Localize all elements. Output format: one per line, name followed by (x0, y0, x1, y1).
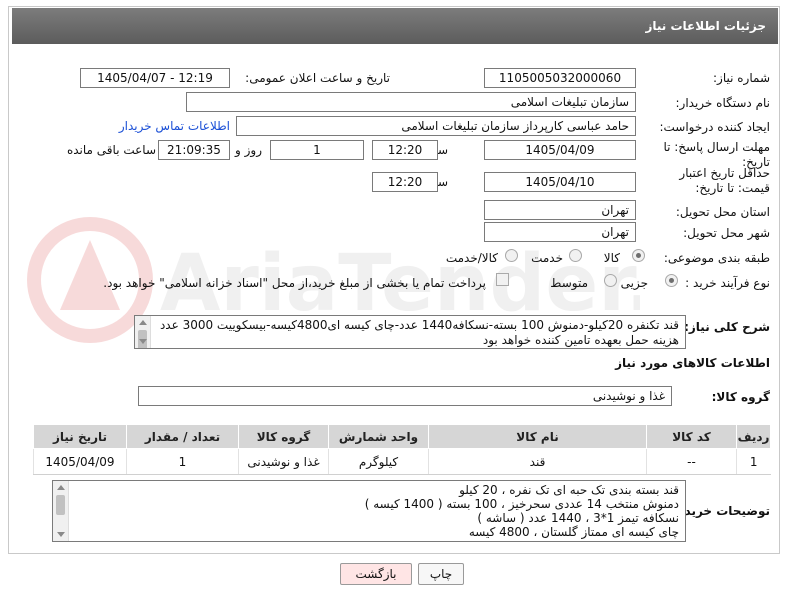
buyer-notes-line: چای کیسه ای ممتاز گلستان ، 4800 کیسه (468, 525, 679, 539)
panel-header: جزئیات اطلاعات نیاز (12, 8, 778, 44)
goods-table: ردیف کد کالا نام کالا واحد شمارش گروه کا… (33, 424, 771, 475)
print-button[interactable]: چاپ (418, 563, 464, 585)
buyer-notes-scrollbar[interactable] (53, 481, 69, 541)
goods-section-title: اطلاعات کالاهای مورد نیاز (615, 356, 770, 370)
description-label: شرح کلی نیاز: (684, 320, 770, 334)
col-group: گروه کالا (238, 424, 329, 449)
category-option-goods: کالا (603, 251, 620, 265)
goods-group-label: گروه کالا: (711, 390, 770, 404)
cell-need-date: 1405/04/09 (33, 448, 127, 475)
description-textarea[interactable]: قند تکنفره 20کیلو-دمنوش 100 بسته-نسکافه1… (134, 315, 686, 349)
cell-group: غذا و نوشیدنی (238, 448, 329, 475)
col-need-date: تاریخ نیاز (33, 424, 127, 449)
price-validity-date-field[interactable]: 1405/04/10 (484, 172, 636, 192)
process-radio-medium[interactable] (604, 274, 617, 287)
cell-name: قند (428, 448, 647, 475)
announce-datetime-label: تاریخ و ساعت اعلان عمومی: (245, 71, 390, 85)
buyer-notes-line: قند بسته بندی تک حبه ای تک نفره ، 20 کیل… (459, 483, 679, 497)
delivery-province-field[interactable]: تهران (484, 200, 636, 220)
cell-row: 1 (736, 448, 771, 475)
buyer-org-field[interactable]: سازمان تبلیغات اسلامی (186, 92, 636, 112)
need-number-label: شماره نیاز: (713, 71, 770, 85)
cell-quantity: 1 (126, 448, 239, 475)
announce-datetime-field[interactable]: 1405/04/07 - 12:19 (80, 68, 230, 88)
deadline-days-label: روز و (235, 143, 262, 157)
panel-title: جزئیات اطلاعات نیاز (645, 19, 766, 33)
description-scrollbar[interactable] (135, 316, 151, 348)
col-code: کد کالا (646, 424, 737, 449)
buyer-notes-line: دمنوش منتخب 14 عددی سحرخیز ، 100 بسته ( … (364, 497, 679, 511)
buyer-contact-link[interactable]: اطلاعات تماس خریدار (119, 119, 230, 133)
table-row[interactable]: 1 -- قند کیلوگرم غذا و نوشیدنی 1 1405/04… (33, 448, 771, 475)
delivery-city-field[interactable]: تهران (484, 222, 636, 242)
price-validity-time-field[interactable]: 12:20 (372, 172, 438, 192)
treasury-payment-note: پرداخت تمام یا بخشی از مبلغ خرید،از محل … (103, 276, 486, 290)
buyer-notes-textarea[interactable]: قند بسته بندی تک حبه ای تک نفره ، 20 کیل… (52, 480, 686, 542)
cell-unit: کیلوگرم (328, 448, 429, 475)
process-option-minor: جزیی (620, 276, 648, 290)
deadline-days-field[interactable]: 1 (270, 140, 364, 160)
treasury-payment-checkbox[interactable] (496, 273, 509, 286)
process-radio-minor[interactable] (665, 274, 678, 287)
category-option-goods-service: کالا/خدمت (445, 251, 498, 265)
goods-table-header: ردیف کد کالا نام کالا واحد شمارش گروه کا… (33, 424, 771, 449)
requester-label: ایجاد کننده درخواست: (659, 120, 770, 134)
remaining-time-field[interactable]: 21:09:35 (158, 140, 230, 160)
description-text: قند تکنفره 20کیلو-دمنوش 100 بسته-نسکافه1… (159, 318, 679, 347)
delivery-province-label: استان محل تحویل: (675, 205, 770, 219)
deadline-date-field[interactable]: 1405/04/09 (484, 140, 636, 160)
need-number-field[interactable]: 1105005032000060 (484, 68, 636, 88)
col-row: ردیف (736, 424, 771, 449)
back-button[interactable]: بازگشت (340, 563, 412, 585)
col-name: نام کالا (428, 424, 647, 449)
price-validity-label: حداقل تاریخ اعتبار قیمت: تا تاریخ: (679, 166, 770, 195)
goods-group-field[interactable]: غذا و نوشیدنی (138, 386, 672, 406)
col-unit: واحد شمارش (328, 424, 429, 449)
category-radio-service[interactable] (569, 249, 582, 262)
remaining-time-label: ساعت باقی مانده (66, 143, 156, 157)
category-label: طبقه بندی موضوعی: (663, 251, 770, 265)
process-option-medium: متوسط (550, 276, 588, 290)
deadline-time-field[interactable]: 12:20 (372, 140, 438, 160)
delivery-city-label: شهر محل تحویل: (683, 226, 770, 240)
requester-field[interactable]: حامد عباسی کارپرداز سازمان تبلیغات اسلام… (236, 116, 636, 136)
buyer-org-label: نام دستگاه خریدار: (675, 96, 771, 110)
buyer-notes-line: نسکافه تیمز 1*3 ، 1440 عدد ( ساشه ) (477, 511, 679, 525)
process-type-label: نوع فرآیند خرید : (685, 276, 770, 290)
category-radio-goods-service[interactable] (505, 249, 518, 262)
col-quantity: تعداد / مقدار (126, 424, 239, 449)
category-option-service: خدمت (531, 251, 563, 265)
category-radio-goods[interactable] (632, 249, 645, 262)
cell-code: -- (646, 448, 737, 475)
